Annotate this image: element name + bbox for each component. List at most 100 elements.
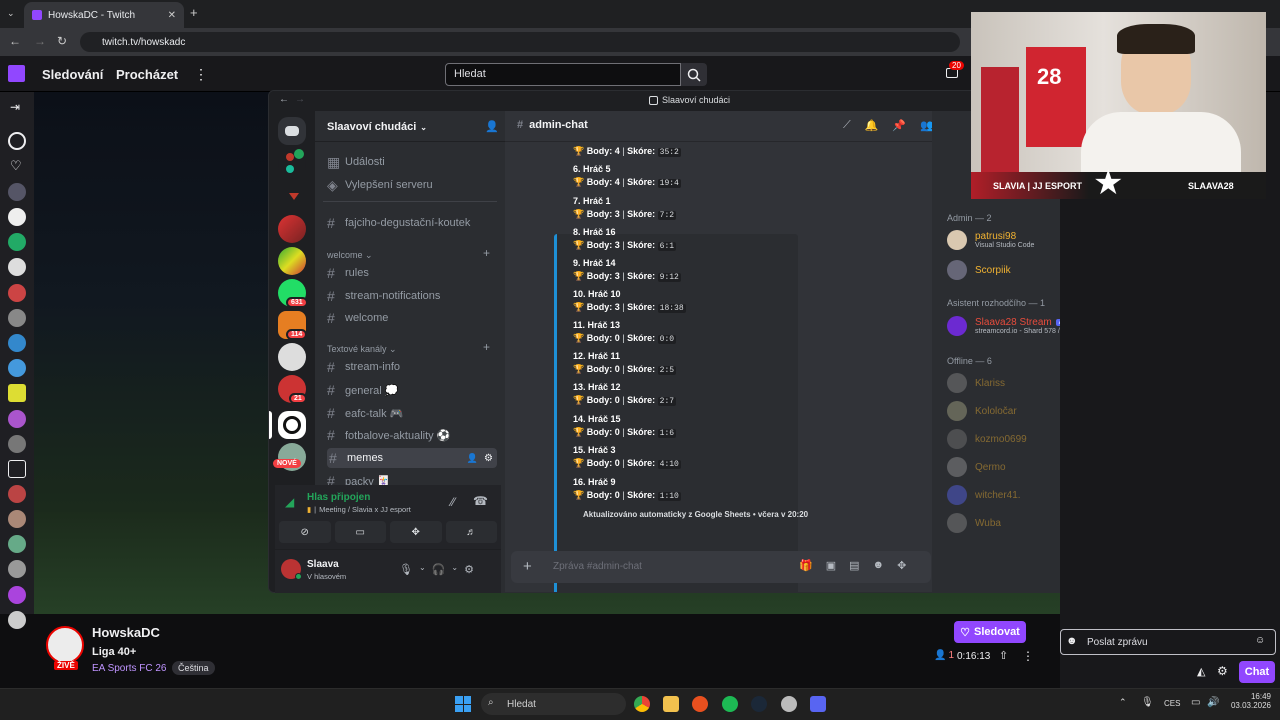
discord-taskbar-icon[interactable] bbox=[810, 696, 826, 712]
channel-avatar[interactable] bbox=[8, 384, 26, 402]
server-name-header[interactable]: Slaavoví chudáci ⌄ bbox=[327, 121, 427, 133]
screen-share-button[interactable]: ▭ bbox=[334, 521, 386, 543]
language-tag[interactable]: Čeština bbox=[172, 661, 215, 675]
channel-avatar[interactable] bbox=[8, 359, 26, 377]
channel-avatar[interactable] bbox=[8, 485, 26, 503]
chevron-down-icon[interactable]: ⌄ bbox=[419, 563, 426, 576]
category-welcome[interactable]: welcome ⌄ bbox=[327, 250, 373, 261]
follow-button[interactable]: ♡ Sledovat bbox=[954, 621, 1026, 643]
soundboard-button[interactable]: ♬ bbox=[445, 521, 497, 543]
recommended-icon[interactable] bbox=[8, 132, 26, 150]
channel-item[interactable]: # fotbalove-aktuality ⚽ bbox=[327, 425, 497, 445]
invite-people-icon[interactable]: 👤 bbox=[485, 120, 499, 133]
channel-avatar[interactable] bbox=[8, 410, 26, 428]
url-field[interactable]: twitch.tv/howskadc bbox=[80, 32, 960, 52]
active-server-icon[interactable] bbox=[278, 411, 306, 439]
channel-item[interactable]: # rules bbox=[327, 263, 497, 283]
member-item[interactable]: Kololočar bbox=[947, 400, 1017, 422]
channel-item[interactable]: # welcome bbox=[327, 308, 497, 328]
bits-icon[interactable]: ◭ bbox=[1197, 665, 1205, 678]
game-link[interactable]: EA Sports FC 26 bbox=[92, 663, 166, 674]
gif-icon[interactable]: ▣ bbox=[826, 559, 836, 572]
browser-tab[interactable]: HowskaDC - Twitch ✕ bbox=[24, 2, 184, 28]
pin-icon[interactable]: 📌 bbox=[892, 119, 906, 132]
back-icon[interactable]: ← bbox=[9, 34, 21, 48]
channel-item[interactable]: # stream-notifications bbox=[327, 286, 497, 306]
channel-avatar[interactable] bbox=[8, 309, 26, 327]
voice-channel-name[interactable]: Meeting / Slavia x JJ esport bbox=[319, 505, 411, 514]
server-icon[interactable] bbox=[289, 193, 299, 200]
apps-icon[interactable]: ✥ bbox=[897, 559, 906, 572]
discord-home-icon[interactable] bbox=[278, 117, 306, 145]
dc-back-icon[interactable]: ← bbox=[279, 94, 289, 105]
invite-icon[interactable]: 👤 bbox=[467, 453, 478, 464]
channel-avatar[interactable] bbox=[46, 626, 84, 664]
gear-icon[interactable]: ⚙ bbox=[484, 453, 493, 464]
chat-message-input[interactable]: Poslat zprávu bbox=[1060, 629, 1276, 655]
channel-avatar[interactable] bbox=[8, 510, 26, 528]
channel-avatar[interactable] bbox=[8, 183, 26, 201]
send-chat-button[interactable]: Chat bbox=[1239, 661, 1275, 683]
channel-avatar[interactable] bbox=[8, 586, 26, 604]
clock[interactable]: 16:49 03.03.2026 bbox=[1227, 692, 1271, 710]
noise-suppression-icon[interactable]: ⁄⁄ bbox=[451, 495, 455, 509]
channel-item[interactable]: # eafc-talk 🎮 bbox=[327, 403, 497, 423]
nav-browse[interactable]: Procházet bbox=[116, 67, 178, 82]
channel-avatar[interactable] bbox=[8, 535, 26, 553]
video-icon[interactable] bbox=[8, 460, 26, 478]
heart-icon[interactable]: ♡ bbox=[10, 158, 22, 174]
file-explorer-icon[interactable] bbox=[663, 696, 679, 712]
tray-chevron-icon[interactable]: ⌃ bbox=[1119, 697, 1127, 708]
member-item[interactable]: Klariss bbox=[947, 372, 1005, 394]
network-icon[interactable]: ▭ bbox=[1191, 697, 1200, 708]
app-icon[interactable] bbox=[692, 696, 708, 712]
member-item[interactable]: witcher41. bbox=[947, 484, 1021, 506]
sticker-icon[interactable]: ▤ bbox=[849, 559, 859, 572]
channel-avatar[interactable] bbox=[8, 208, 26, 226]
server-icon[interactable] bbox=[278, 343, 306, 371]
more-options-icon[interactable]: ⋮ bbox=[1022, 649, 1034, 663]
channel-avatar[interactable] bbox=[8, 334, 26, 352]
channel-avatar[interactable] bbox=[8, 233, 26, 251]
channel-name[interactable]: HowskaDC bbox=[92, 625, 160, 640]
search-button[interactable] bbox=[681, 63, 707, 86]
twitch-logo-icon[interactable] bbox=[8, 65, 25, 82]
reload-icon[interactable]: ↻ bbox=[57, 34, 67, 48]
tab-list-icon[interactable]: ⌄ bbox=[7, 8, 15, 19]
member-item[interactable]: kozmo0699 bbox=[947, 428, 1027, 450]
mic-tray-icon[interactable]: 🎙 bbox=[1141, 697, 1154, 708]
close-tab-icon[interactable]: ✕ bbox=[168, 10, 176, 21]
microphone-icon[interactable]: 🎙 bbox=[399, 563, 413, 576]
message-input[interactable]: + Zpráva #admin-chat 🎁 ▣ ▤ ☻ ✥ bbox=[511, 551, 931, 583]
attach-plus-icon[interactable]: + bbox=[523, 558, 532, 575]
member-item[interactable]: Qermo bbox=[947, 456, 1006, 478]
disconnect-icon[interactable]: ☎ bbox=[473, 494, 488, 508]
spotify-icon[interactable] bbox=[722, 696, 738, 712]
chat-settings-gear-icon[interactable]: ⚙ bbox=[1217, 664, 1228, 678]
taskbar-search[interactable]: Hledat bbox=[481, 693, 626, 715]
threads-icon[interactable]: ⟋ bbox=[843, 119, 851, 132]
headphones-icon[interactable]: 🎧 bbox=[432, 563, 446, 576]
dc-forward-icon[interactable]: → bbox=[295, 94, 305, 105]
voice-status[interactable]: Hlas připojen bbox=[307, 492, 370, 503]
events-item[interactable]: ▦ Události bbox=[327, 152, 497, 172]
server-icon[interactable] bbox=[278, 247, 306, 275]
steam-icon[interactable] bbox=[751, 696, 767, 712]
category-text[interactable]: Textové kanály ⌄ bbox=[327, 344, 397, 355]
chrome-icon[interactable] bbox=[634, 696, 650, 712]
server-boost-item[interactable]: ◈ Vylepšení serveru bbox=[327, 175, 497, 195]
nav-following[interactable]: Sledování bbox=[42, 67, 103, 82]
language-indicator[interactable]: CES bbox=[1164, 699, 1180, 708]
badge-icon[interactable]: ☻ bbox=[1066, 635, 1078, 647]
twitch-search-input[interactable]: Hledat bbox=[445, 63, 681, 86]
emote-picker-icon[interactable]: ☺ bbox=[1255, 635, 1265, 646]
channel-avatar[interactable] bbox=[8, 284, 26, 302]
emoji-icon[interactable]: ☻ bbox=[873, 559, 885, 572]
channel-avatar[interactable] bbox=[8, 435, 26, 453]
activities-button[interactable]: ✥ bbox=[390, 521, 442, 543]
member-item[interactable]: Wuba bbox=[947, 512, 1001, 534]
start-windows-icon[interactable] bbox=[455, 696, 471, 712]
channel-avatar[interactable] bbox=[8, 258, 26, 276]
bell-icon[interactable]: 🔔 bbox=[865, 119, 879, 132]
camera-off-button[interactable]: ⊘ bbox=[279, 521, 331, 543]
